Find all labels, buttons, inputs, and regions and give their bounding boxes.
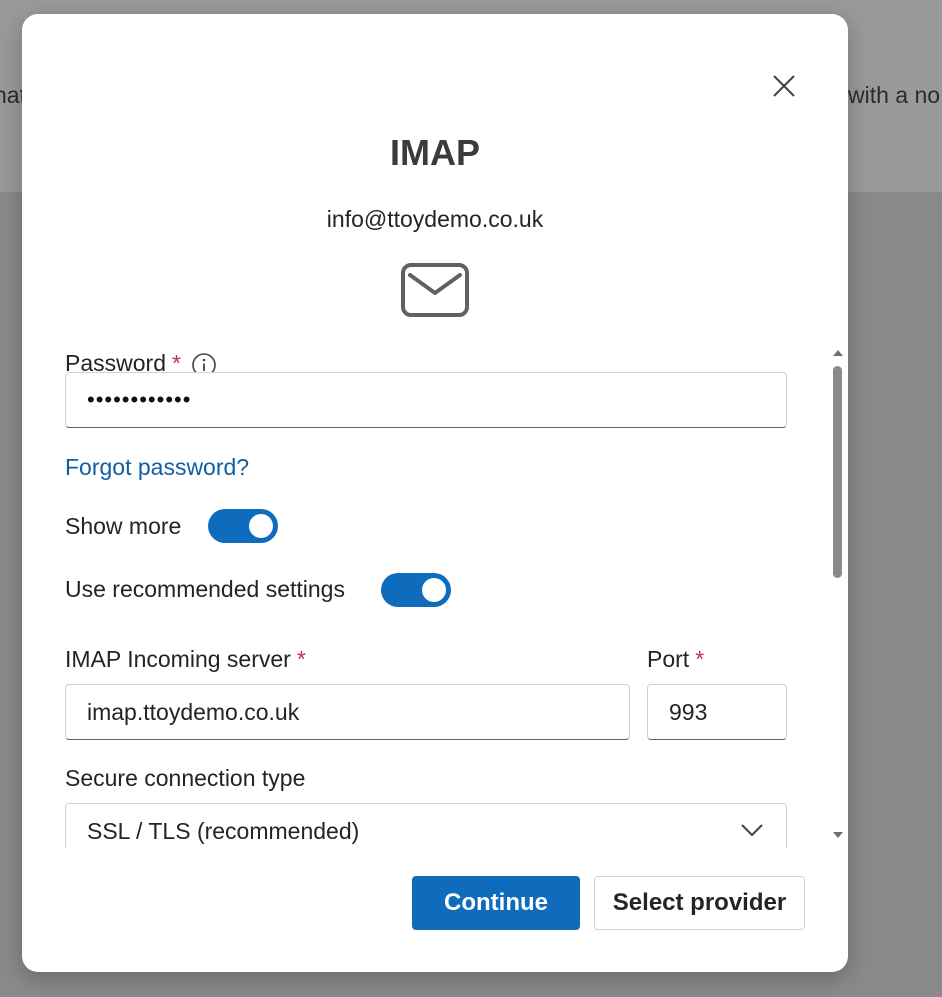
use-recommended-label: Use recommended settings [65,576,345,602]
use-recommended-toggle[interactable] [381,573,451,607]
close-icon [773,75,795,97]
port-label: Port * [647,646,705,672]
close-button[interactable] [766,68,802,104]
account-email: info@ttoydemo.co.uk [326,206,544,232]
show-more-toggle[interactable] [208,509,278,543]
scroll-down-arrow-icon[interactable] [832,830,844,840]
select-provider-button[interactable]: Select provider [594,876,805,930]
port-field[interactable]: 993 [647,684,787,740]
incoming-server-value: imap.ttoydemo.co.uk [87,698,300,725]
scrollbar-thumb[interactable] [833,366,842,578]
toggle-knob [422,578,446,602]
password-value: •••••••••••• [87,387,192,412]
continue-button[interactable]: Continue [412,876,580,930]
mail-icon [401,263,469,317]
password-field[interactable]: •••••••••••• [65,372,787,428]
background-text-right: with a no [848,82,941,108]
secure-connection-select[interactable]: SSL / TLS (recommended) [65,803,787,848]
show-more-label: Show more [65,513,182,539]
toggle-knob [249,514,273,538]
incoming-server-field[interactable]: imap.ttoydemo.co.uk [65,684,630,740]
secure-connection-label: Secure connection type [65,765,306,791]
chevron-down-icon [741,824,763,837]
scrollbar[interactable] [830,348,846,844]
dialog-title: IMAP [390,132,480,173]
imap-dialog: IMAP info@ttoydemo.co.uk Password * •••••… [22,14,848,972]
port-value: 993 [669,698,708,725]
secure-connection-value: SSL / TLS (recommended) [87,817,360,844]
incoming-server-label: IMAP Incoming server * [65,646,306,672]
forgot-password-link[interactable]: Forgot password? [65,454,249,481]
settings-scroll-area: Password * •••••••••••• Forgot password? … [22,336,848,848]
scroll-up-arrow-icon[interactable] [832,348,844,358]
